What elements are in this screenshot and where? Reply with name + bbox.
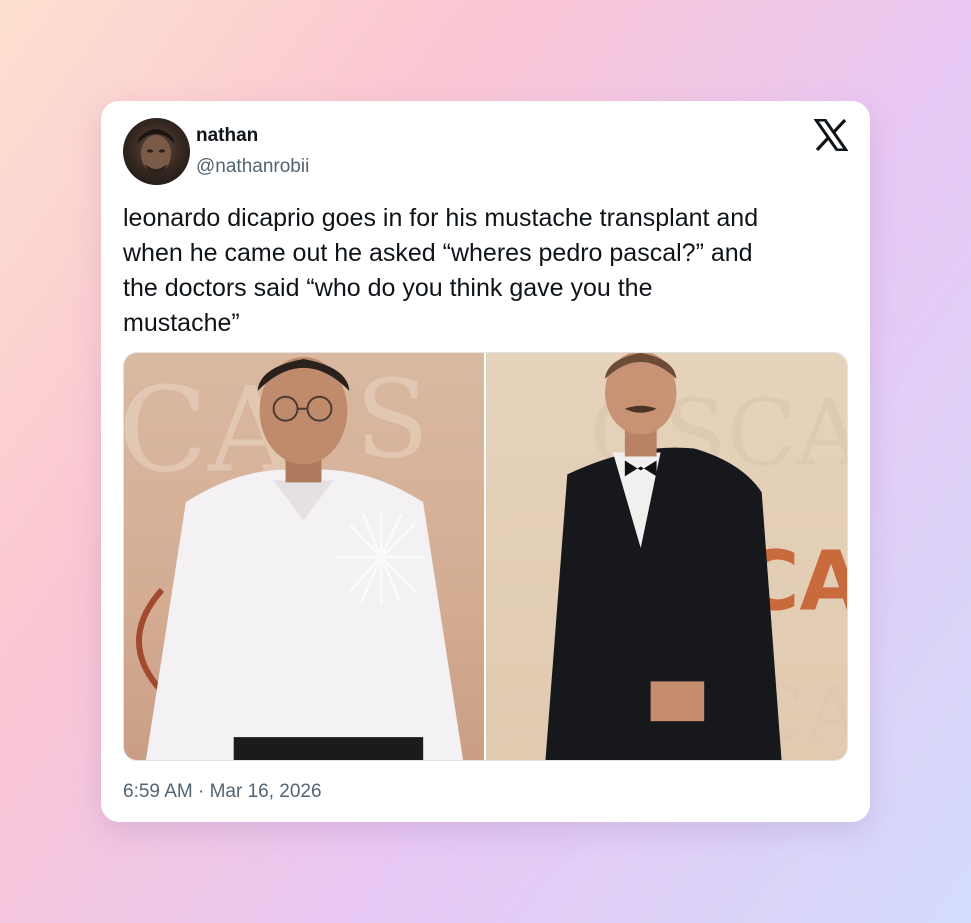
tweet-date: Mar 16, 2026 (209, 781, 322, 802)
timestamp-separator: · (198, 781, 205, 802)
x-logo-icon[interactable] (814, 119, 848, 151)
avatar-photo-icon (137, 129, 175, 177)
tweet-text: leonardo dicaprio goes in for his mustac… (123, 201, 848, 341)
tweet-text-line: the doctors said “who do you think gave … (123, 274, 653, 302)
tweet-time: 6:59 AM (123, 781, 193, 802)
tweet-text-line: when he came out he asked “wheres pedro … (123, 239, 753, 267)
user-handle[interactable]: @nathanrobii (196, 156, 309, 178)
media-grid: CA S OSCA C (123, 352, 848, 761)
tweet-card[interactable]: nathan @nathanrobii leonardo dicaprio go… (101, 101, 870, 822)
tweet-text-line: mustache” (123, 309, 240, 337)
media-photo-left[interactable]: CA S (124, 353, 484, 760)
display-name[interactable]: nathan (196, 125, 258, 147)
avatar[interactable] (123, 118, 190, 185)
white-shirt-photo-icon: CA S (124, 356, 464, 760)
timestamp[interactable]: 6:59 AM · Mar 16, 2026 (123, 781, 322, 803)
tweet-text-line: leonardo dicaprio goes in for his mustac… (123, 204, 759, 232)
svg-text:S: S (355, 358, 429, 483)
media-photo-right[interactable]: OSCA CA CA (484, 353, 847, 760)
tuxedo-photo-icon: OSCA CA CA (545, 353, 847, 760)
